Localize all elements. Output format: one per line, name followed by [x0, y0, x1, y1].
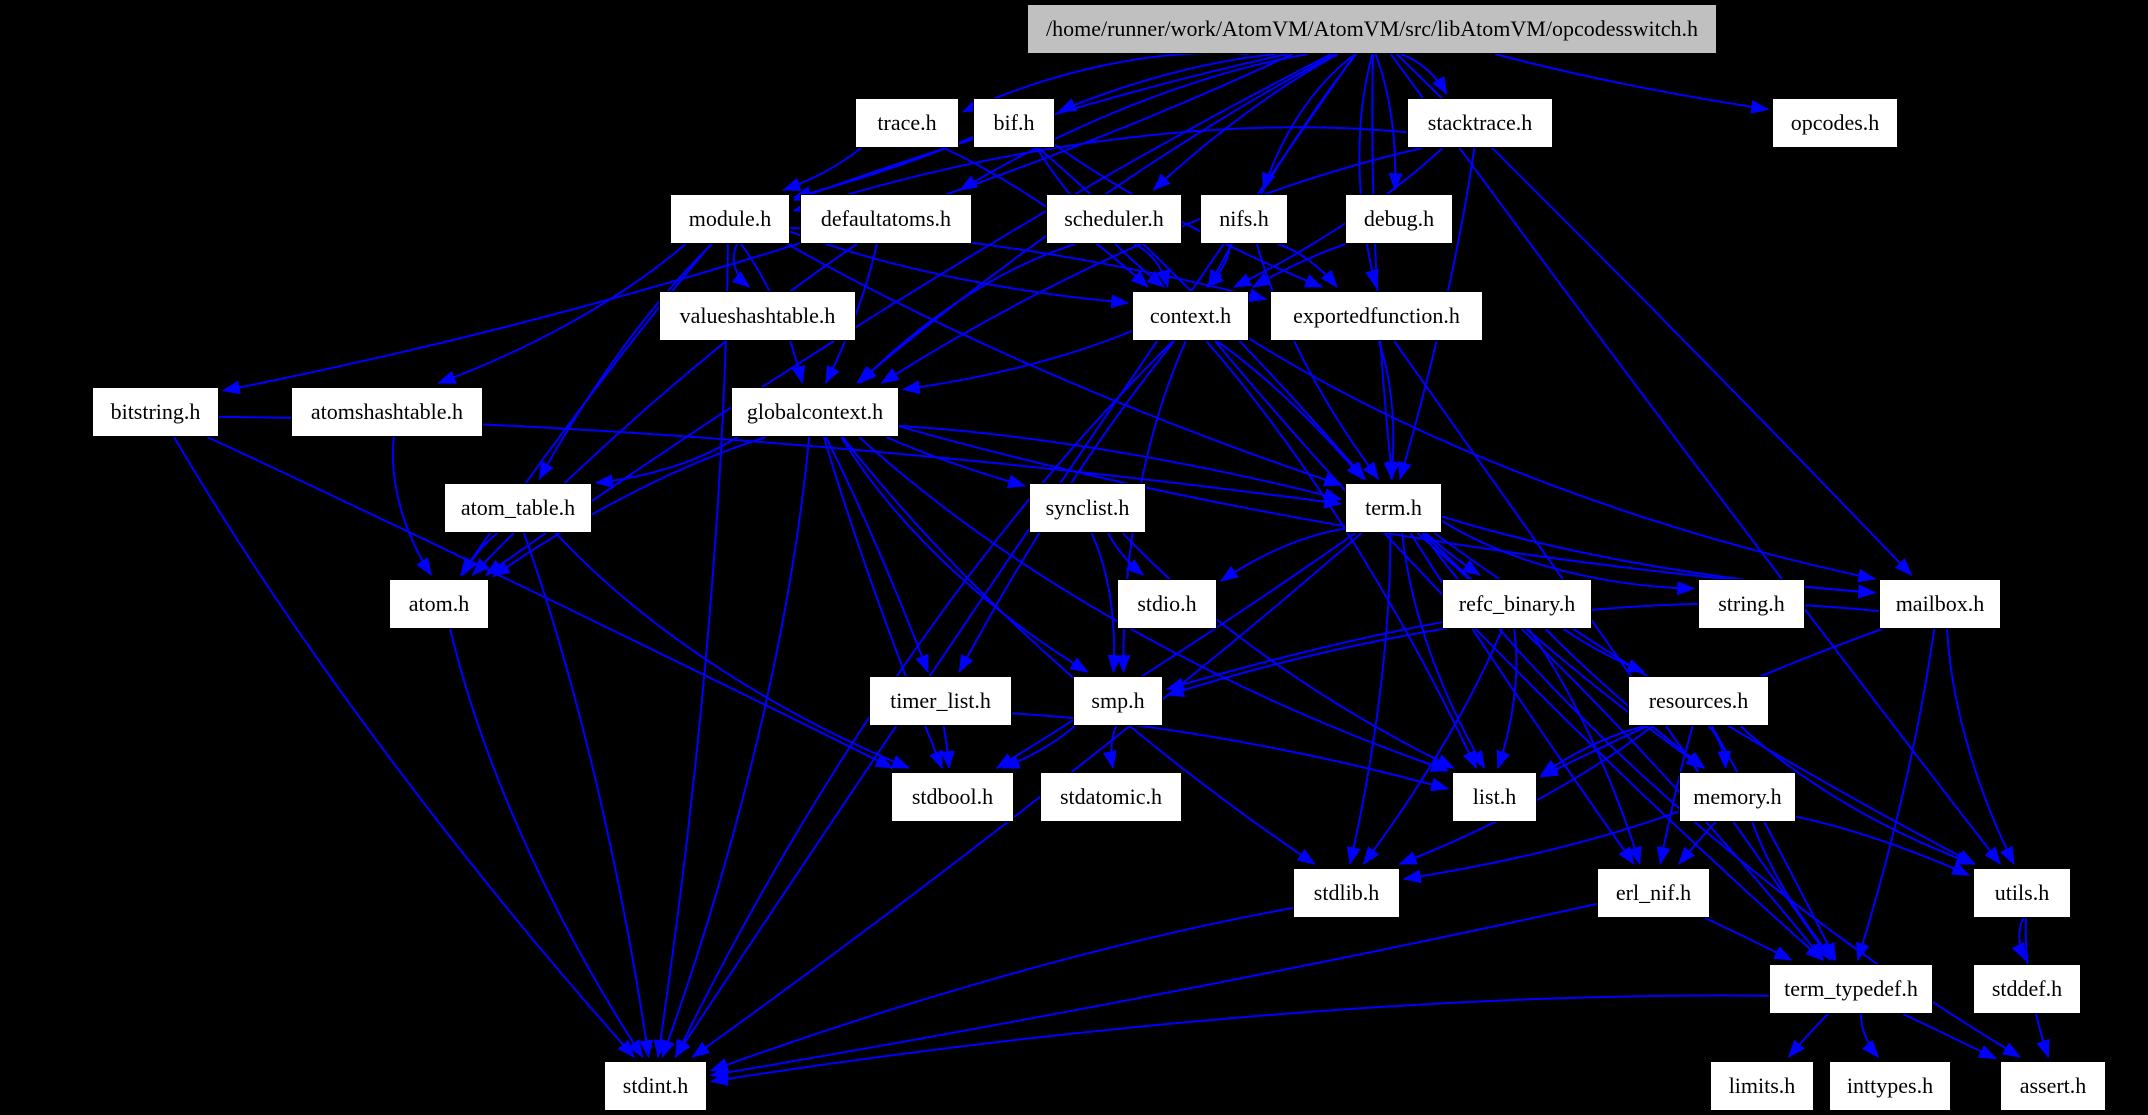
- graph-node-inttypes[interactable]: inttypes.h: [1829, 1061, 1951, 1111]
- graph-node-bif[interactable]: bif.h: [973, 98, 1055, 148]
- graph-node-label: opcodes.h: [1790, 110, 1880, 135]
- graph-node-assert[interactable]: assert.h: [2000, 1061, 2106, 1111]
- graph-node-label: stdatomic.h: [1059, 784, 1163, 809]
- graph-node-label: memory.h: [1693, 784, 1782, 809]
- graph-node-atom_table[interactable]: atom_table.h: [444, 483, 592, 533]
- graph-node-string[interactable]: string.h: [1698, 579, 1805, 629]
- graph-node-label: limits.h: [1728, 1073, 1796, 1098]
- graph-node-label: context.h: [1149, 303, 1232, 328]
- graph-node-label: atomshashtable.h: [310, 399, 464, 424]
- graph-node-valueshashtable[interactable]: valueshashtable.h: [659, 291, 856, 341]
- include-dependency-graph: /home/runner/work/AtomVM/AtomVM/src/libA…: [0, 0, 2148, 1115]
- graph-node-stdbool[interactable]: stdbool.h: [891, 772, 1014, 822]
- graph-node-debug[interactable]: debug.h: [1345, 194, 1453, 244]
- graph-node-label: valueshashtable.h: [679, 303, 836, 328]
- graph-node-label: exportedfunction.h: [1293, 303, 1460, 328]
- graph-node-memory[interactable]: memory.h: [1679, 772, 1796, 822]
- graph-node-mailbox[interactable]: mailbox.h: [1879, 579, 2001, 629]
- graph-node-label: stdint.h: [622, 1073, 689, 1098]
- graph-node-opcodes[interactable]: opcodes.h: [1772, 98, 1898, 148]
- graph-node-resources[interactable]: resources.h: [1628, 676, 1769, 726]
- graph-node-stdio[interactable]: stdio.h: [1117, 579, 1217, 629]
- graph-node-label: /home/runner/work/AtomVM/AtomVM/src/libA…: [1046, 16, 1698, 41]
- graph-node-label: module.h: [688, 206, 772, 231]
- graph-node-context[interactable]: context.h: [1132, 291, 1249, 341]
- graph-node-label: resources.h: [1648, 688, 1749, 713]
- graph-node-term_typedef[interactable]: term_typedef.h: [1769, 964, 1933, 1014]
- graph-node-label: refc_binary.h: [1458, 591, 1576, 616]
- graph-node-globalcontext[interactable]: globalcontext.h: [731, 387, 899, 437]
- graph-node-label: stacktrace.h: [1427, 110, 1533, 135]
- graph-node-label: stdbool.h: [911, 784, 994, 809]
- graph-node-label: assert.h: [2019, 1073, 2087, 1098]
- graph-node-label: inttypes.h: [1846, 1073, 1934, 1098]
- graph-node-label: mailbox.h: [1895, 591, 1985, 616]
- graph-node-trace[interactable]: trace.h: [855, 98, 959, 148]
- graph-node-stddef[interactable]: stddef.h: [1973, 964, 2081, 1014]
- graph-node-label: defaultatoms.h: [820, 206, 952, 231]
- graph-node-atomshashtable[interactable]: atomshashtable.h: [291, 387, 483, 437]
- graph-node-stdlib[interactable]: stdlib.h: [1293, 868, 1400, 918]
- graph-node-smp[interactable]: smp.h: [1073, 676, 1163, 726]
- graph-node-nifs[interactable]: nifs.h: [1200, 194, 1288, 244]
- graph-node-term[interactable]: term.h: [1345, 483, 1442, 533]
- graph-node-label: stddef.h: [1991, 976, 2063, 1001]
- graph-node-erl_nif[interactable]: erl_nif.h: [1597, 868, 1710, 918]
- graph-node-label: bif.h: [993, 110, 1035, 135]
- graph-node-module[interactable]: module.h: [670, 194, 790, 244]
- graph-node-utils[interactable]: utils.h: [1973, 868, 2071, 918]
- graph-node-label: atom.h: [408, 591, 470, 616]
- graph-node-label: stdlib.h: [1313, 880, 1380, 905]
- node-layer: /home/runner/work/AtomVM/AtomVM/src/libA…: [0, 0, 2148, 1115]
- graph-node-exportedfunction[interactable]: exportedfunction.h: [1270, 291, 1483, 341]
- graph-node-label: string.h: [1718, 591, 1785, 616]
- graph-node-label: term.h: [1365, 495, 1422, 520]
- graph-node-stdint[interactable]: stdint.h: [604, 1061, 707, 1111]
- graph-node-label: erl_nif.h: [1615, 880, 1692, 905]
- graph-node-timer_list[interactable]: timer_list.h: [869, 676, 1012, 726]
- graph-node-refc_binary[interactable]: refc_binary.h: [1442, 579, 1592, 629]
- graph-node-label: utils.h: [1994, 880, 2050, 905]
- graph-node-atom[interactable]: atom.h: [389, 579, 489, 629]
- graph-node-opcodesswitch: /home/runner/work/AtomVM/AtomVM/src/libA…: [1027, 4, 1717, 54]
- graph-node-label: term_typedef.h: [1784, 976, 1918, 1001]
- graph-node-label: synclist.h: [1045, 495, 1130, 520]
- graph-node-label: stdio.h: [1137, 591, 1197, 616]
- graph-node-label: nifs.h: [1219, 206, 1269, 231]
- graph-node-stdatomic[interactable]: stdatomic.h: [1040, 772, 1182, 822]
- graph-node-label: smp.h: [1091, 688, 1145, 713]
- graph-node-label: atom_table.h: [460, 495, 576, 520]
- graph-node-label: timer_list.h: [890, 688, 991, 713]
- graph-node-defaultatoms[interactable]: defaultatoms.h: [800, 194, 972, 244]
- graph-node-bitstring[interactable]: bitstring.h: [92, 387, 219, 437]
- graph-node-stacktrace[interactable]: stacktrace.h: [1407, 98, 1553, 148]
- graph-node-synclist[interactable]: synclist.h: [1029, 483, 1146, 533]
- graph-node-list[interactable]: list.h: [1452, 772, 1537, 822]
- graph-node-scheduler[interactable]: scheduler.h: [1046, 194, 1182, 244]
- graph-node-label: bitstring.h: [110, 399, 201, 424]
- graph-node-limits[interactable]: limits.h: [1710, 1061, 1814, 1111]
- graph-node-label: list.h: [1472, 784, 1517, 809]
- graph-node-label: debug.h: [1363, 206, 1435, 231]
- graph-node-label: scheduler.h: [1064, 206, 1164, 231]
- graph-node-label: globalcontext.h: [746, 399, 884, 424]
- graph-node-label: trace.h: [877, 110, 937, 135]
